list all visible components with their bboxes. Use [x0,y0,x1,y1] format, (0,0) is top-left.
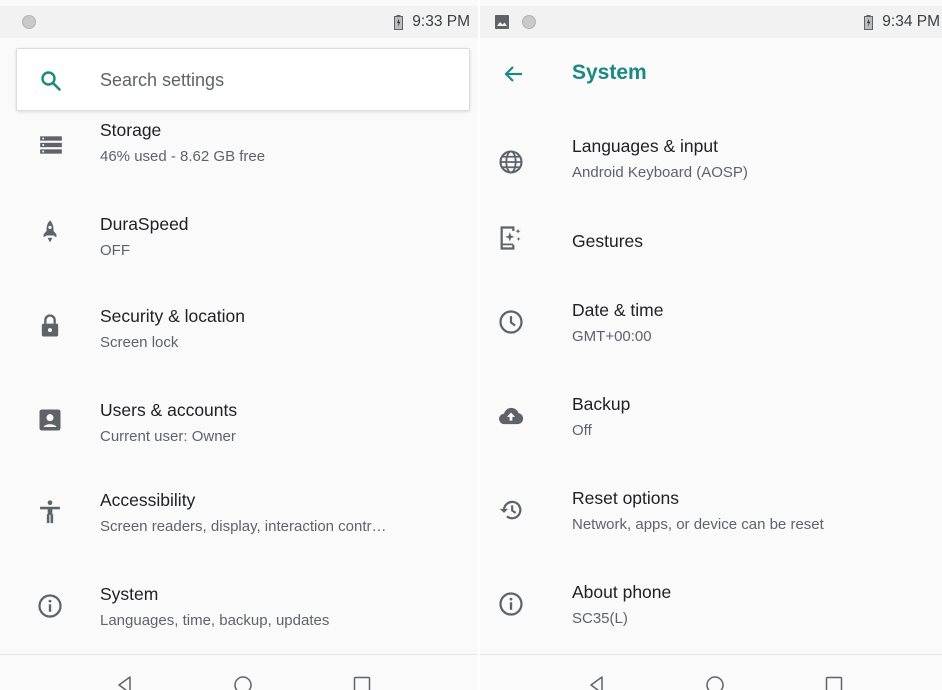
item-title: Backup [572,394,631,414]
nav-recent-apps-icon[interactable] [352,675,372,690]
item-subtitle: Screen lock [100,334,179,351]
settings-item-date-time[interactable]: Date & time GMT+00:00 [480,290,942,370]
status-time: 9:33 PM [412,13,470,30]
lock-icon [41,314,59,337]
item-subtitle: 46% used - 8.62 GB free [100,148,266,165]
info-icon [38,594,62,618]
item-title: Reset options [572,488,680,508]
gestures-icon [500,226,521,250]
cloud-upload-icon [499,407,524,425]
item-title: Gestures [572,231,643,251]
status-right-group: 9:33 PM [394,12,470,32]
settings-item-accessibility[interactable]: Accessibility Screen readers, display, i… [0,470,478,550]
item-subtitle: Languages, time, backup, updates [100,612,330,629]
battery-charging-icon [394,14,404,30]
nav-back-icon[interactable] [587,675,607,690]
image-notification-icon [495,15,509,29]
settings-item-duraspeed[interactable]: DuraSpeed OFF [0,192,478,272]
settings-main-screen: 9:33 PM Search settings Storage 46% used… [0,0,478,690]
status-bar: 9:34 PM [480,6,942,38]
notification-dot-icon [22,15,36,29]
settings-item-backup[interactable]: Backup Off [480,384,942,464]
nav-home-icon[interactable] [705,675,725,690]
item-subtitle: Network, apps, or device can be reset [572,516,824,533]
nav-home-icon[interactable] [233,675,253,690]
item-title: System [100,584,159,604]
item-title: Storage [100,120,162,140]
settings-item-storage[interactable]: Storage 46% used - 8.62 GB free [0,118,478,186]
nav-recent-apps-icon[interactable] [824,675,844,690]
settings-item-languages-input[interactable]: Languages & input Android Keyboard (AOSP… [480,120,942,200]
settings-item-gestures[interactable]: Gestures [480,202,942,282]
settings-item-system[interactable]: System Languages, time, backup, updates [0,564,478,644]
settings-item-about-phone[interactable]: About phone SC35(L) [480,572,942,652]
status-bar: 9:33 PM [0,6,478,38]
system-settings-screen: 9:34 PM System Languages & input Android… [480,0,942,690]
accessibility-icon [40,500,60,524]
status-right-group: 9:34 PM [864,12,940,32]
page-title: System [572,61,647,84]
navigation-bar [0,654,478,690]
storage-icon [40,136,62,154]
item-subtitle: Current user: Owner [100,428,236,445]
info-icon [499,592,523,616]
navigation-bar [480,654,942,690]
search-placeholder: Search settings [100,70,225,90]
item-subtitle: Off [572,422,592,439]
nav-back-icon[interactable] [115,675,135,690]
battery-charging-icon [864,14,874,30]
notification-dot-icon [522,15,536,29]
account-box-icon [39,409,61,431]
item-title: Date & time [572,300,664,320]
settings-item-reset-options[interactable]: Reset options Network, apps, or device c… [480,478,942,558]
app-bar: System [480,40,942,110]
globe-icon [499,150,523,174]
item-subtitle: GMT+00:00 [572,328,652,345]
item-title: Languages & input [572,136,718,156]
status-time: 9:34 PM [882,13,940,30]
rocket-icon [43,220,57,243]
item-subtitle: Android Keyboard (AOSP) [572,164,748,181]
arrow-back-icon[interactable] [502,62,526,86]
item-title: Security & location [100,306,245,326]
settings-item-users-accounts[interactable]: Users & accounts Current user: Owner [0,378,478,458]
search-bar[interactable]: Search settings [16,48,470,111]
item-subtitle: OFF [100,242,130,259]
restore-icon [499,500,522,520]
item-title: Accessibility [100,490,196,510]
item-title: About phone [572,582,672,602]
item-title: Users & accounts [100,400,238,420]
clock-icon [499,310,523,334]
settings-item-security-location[interactable]: Security & location Screen lock [0,286,478,366]
item-subtitle: Screen readers, display, interaction con… [100,518,387,535]
item-title: DuraSpeed [100,214,189,234]
search-icon [41,71,61,91]
item-subtitle: SC35(L) [572,610,628,627]
